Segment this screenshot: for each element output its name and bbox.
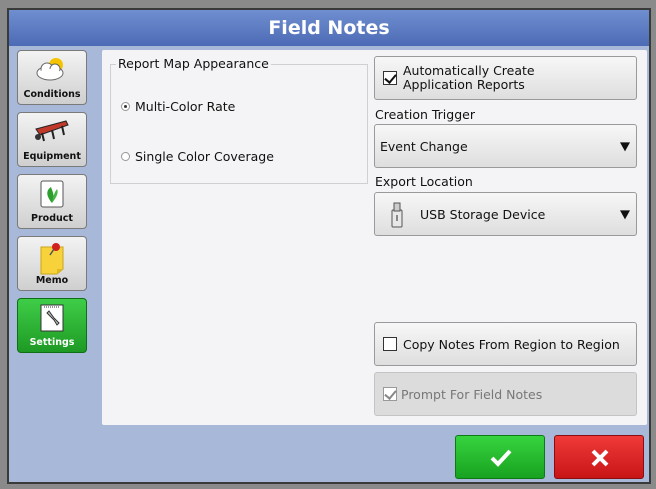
dropdown-arrow-icon	[620, 210, 630, 220]
sidebar-item-memo[interactable]: Memo	[17, 236, 87, 291]
usb-drive-icon	[389, 202, 405, 232]
sidebar-item-label: Product	[31, 213, 73, 224]
sidebar-item-conditions[interactable]: Conditions	[17, 50, 87, 105]
export-location-dropdown[interactable]: USB Storage Device	[374, 192, 637, 236]
checkbox-label-line-1: Automatically Create	[403, 63, 535, 78]
sidebar-item-label: Conditions	[23, 89, 81, 100]
radio-label: Single Color Coverage	[135, 149, 274, 164]
sidebar-item-product[interactable]: Product	[17, 174, 87, 229]
checkbox-indicator[interactable]	[383, 387, 397, 401]
prompt-field-notes-checkbox[interactable]: Prompt For Field Notes	[374, 372, 637, 416]
window-title: Field Notes	[9, 10, 649, 46]
group-title: Report Map Appearance	[116, 56, 271, 71]
checkbox-label-line-2: Application Reports	[403, 77, 525, 92]
settings-panel: Report Map Appearance Multi-Color Rate S…	[102, 50, 647, 425]
checkmark-icon	[490, 448, 512, 472]
radio-label: Multi-Color Rate	[135, 99, 236, 114]
sidebar-item-settings[interactable]: Settings	[17, 298, 87, 353]
seed-bag-icon	[37, 179, 67, 213]
creation-trigger-label: Creation Trigger	[375, 107, 475, 122]
checkbox-indicator[interactable]	[383, 71, 397, 85]
cancel-button[interactable]	[554, 435, 644, 479]
close-icon	[590, 448, 610, 472]
sidebar-item-label: Equipment	[23, 151, 81, 162]
checkbox-label: Prompt For Field Notes	[401, 386, 543, 402]
window: Field Notes Conditions Equipment Product…	[7, 8, 651, 484]
cloud-icon	[34, 55, 70, 87]
export-location-label: Export Location	[375, 174, 473, 189]
checkbox-indicator[interactable]	[383, 337, 397, 351]
radio-indicator[interactable]	[121, 152, 130, 161]
sidebar-item-label: Settings	[29, 337, 75, 348]
dropdown-value: Event Change	[380, 139, 468, 154]
radio-multi-color-rate[interactable]: Multi-Color Rate	[121, 99, 235, 114]
auto-create-reports-checkbox[interactable]: Automatically Create Application Reports	[374, 56, 637, 100]
dropdown-arrow-icon	[620, 142, 630, 152]
accept-button[interactable]	[455, 435, 545, 479]
memo-pin-icon	[37, 241, 67, 279]
checkbox-label: Copy Notes From Region to Region	[403, 336, 620, 352]
checkbox-label: Automatically Create Application Reports	[403, 64, 535, 92]
radio-single-color-coverage[interactable]: Single Color Coverage	[121, 149, 274, 164]
plow-icon	[32, 117, 72, 149]
sidebar-item-equipment[interactable]: Equipment	[17, 112, 87, 167]
sidebar: Conditions Equipment Product Memo Settin…	[17, 50, 97, 360]
dropdown-value: USB Storage Device	[420, 207, 546, 222]
wrench-icon	[38, 303, 66, 337]
creation-trigger-dropdown[interactable]: Event Change	[374, 124, 637, 168]
copy-notes-checkbox[interactable]: Copy Notes From Region to Region	[374, 322, 637, 366]
report-map-group: Report Map Appearance Multi-Color Rate S…	[110, 56, 368, 184]
radio-indicator[interactable]	[121, 102, 130, 111]
